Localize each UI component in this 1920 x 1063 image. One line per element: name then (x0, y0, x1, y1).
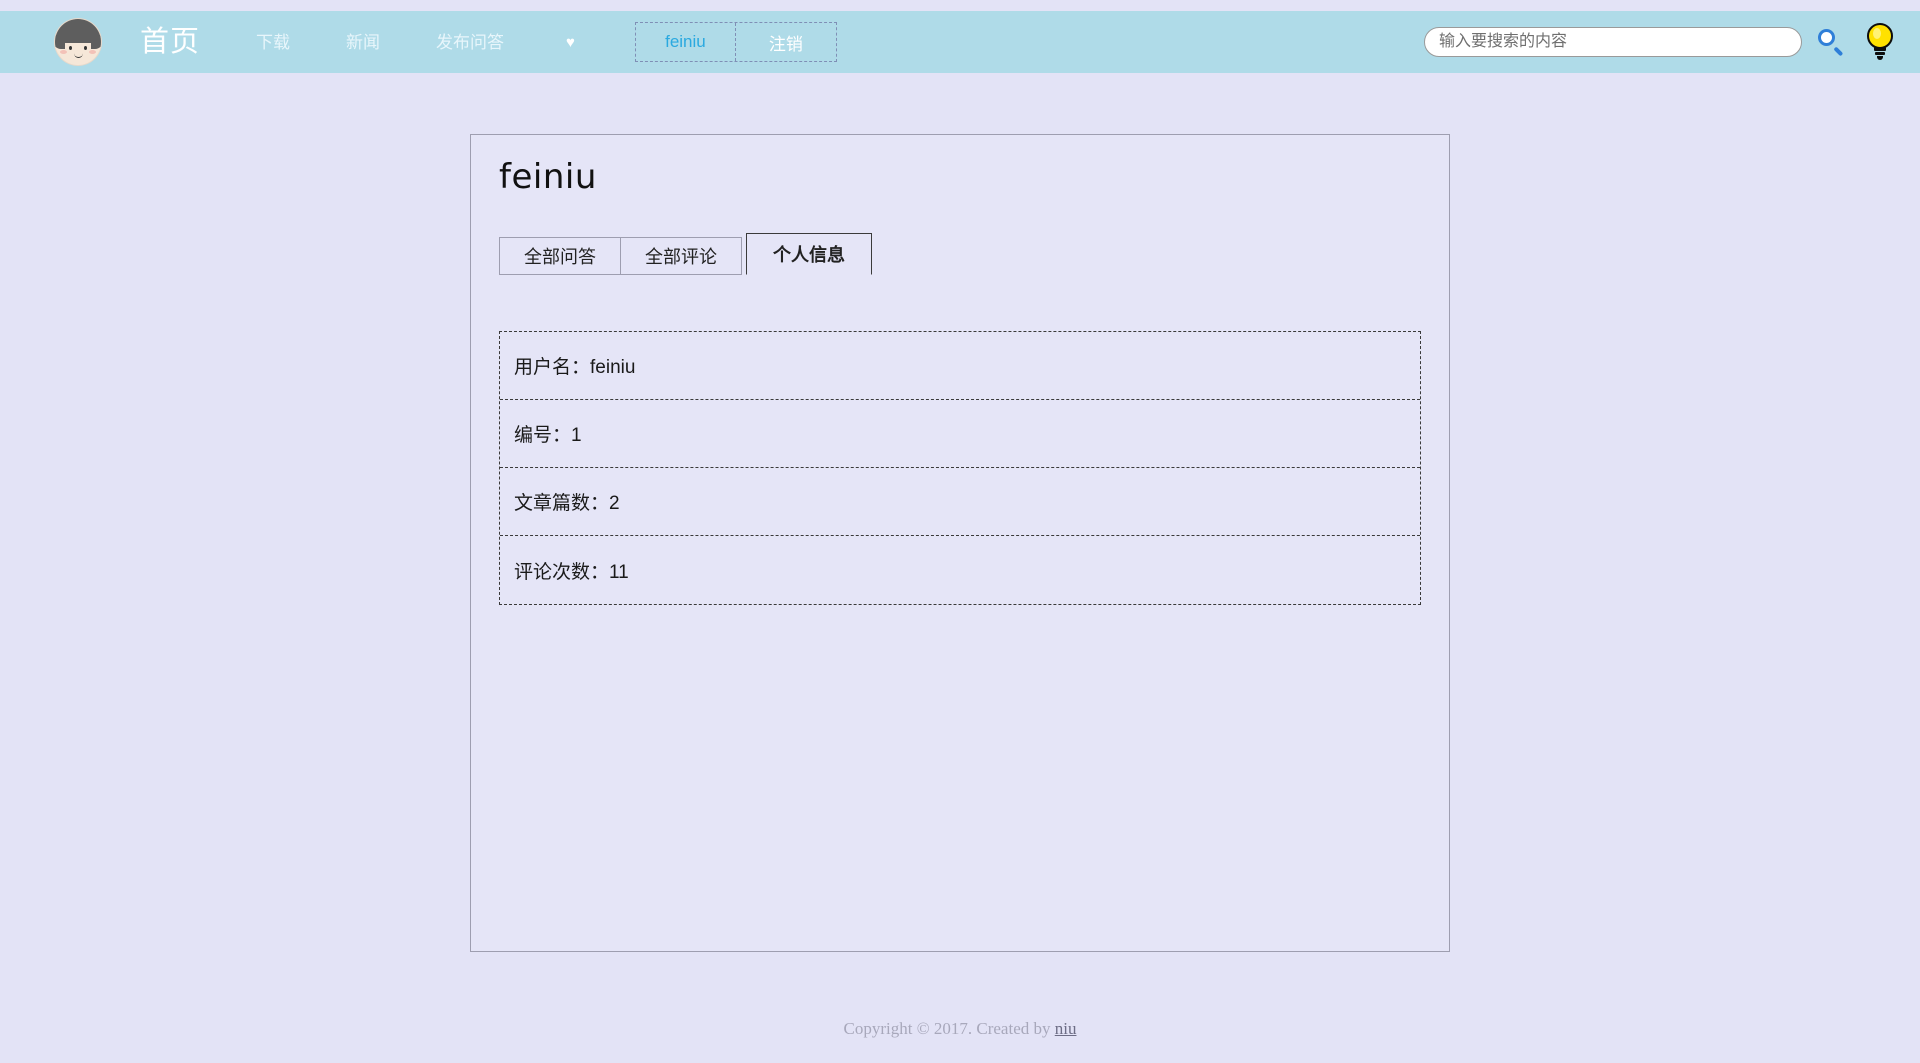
info-row-article-count: 文章篇数：2 (500, 468, 1420, 536)
info-row-username: 用户名：feiniu (500, 332, 1420, 400)
lightbulb-glass (1867, 23, 1893, 49)
avatar-hair (55, 19, 101, 49)
page-title: feiniu (499, 157, 597, 197)
avatar-cheek-right (89, 50, 96, 54)
user-button-group: feiniu 注销 (634, 22, 837, 62)
tab-all-questions[interactable]: 全部问答 (499, 237, 620, 275)
nav-item-news[interactable]: 新闻 (346, 34, 380, 51)
lightbulb-tip (1877, 56, 1883, 60)
info-row-id: 编号：1 (500, 400, 1420, 468)
lightbulb-base-2 (1875, 52, 1885, 55)
avatar-eye-left (69, 46, 72, 50)
search-icon[interactable] (1814, 25, 1848, 59)
search-area (1424, 22, 1898, 62)
top-navbar: 首页 下载 新闻 发布问答 ♥ feiniu 注销 (0, 11, 1920, 73)
lightbulb-base-1 (1874, 47, 1886, 51)
profile-card: feiniu 全部问答 全部评论 个人信息 用户名：feiniu 编号：1 文章… (470, 134, 1450, 952)
nav-item-post-qa[interactable]: 发布问答 (436, 34, 504, 51)
nav-item-download[interactable]: 下载 (256, 34, 290, 51)
footer-author-link[interactable]: niu (1055, 1019, 1077, 1038)
footer: Copyright © 2017. Created by niu (0, 1019, 1920, 1039)
info-row-comment-count: 评论次数：11 (514, 561, 629, 583)
search-icon-ring (1818, 29, 1835, 46)
search-input[interactable] (1424, 27, 1802, 57)
logout-button[interactable]: 注销 (736, 23, 836, 61)
search-icon-handle (1833, 46, 1844, 57)
profile-info-list: 用户名：feiniu 编号：1 文章篇数：2 评论次数：11 (499, 331, 1421, 605)
nav-item-home[interactable]: 首页 (140, 27, 200, 57)
avatar-mouth (74, 52, 83, 58)
heart-icon[interactable]: ♥ (566, 35, 575, 50)
lightbulb-icon[interactable] (1862, 22, 1898, 62)
avatar-cheek-left (60, 50, 67, 54)
tab-personal-info[interactable]: 个人信息 (746, 233, 872, 275)
tab-bar: 全部问答 全部评论 个人信息 (499, 233, 1449, 275)
tab-all-comments[interactable]: 全部评论 (620, 237, 742, 275)
avatar[interactable] (54, 18, 102, 66)
nav-username-button[interactable]: feiniu (636, 23, 736, 61)
avatar-eye-right (84, 46, 87, 50)
footer-copyright-text: Copyright © 2017. Created by (843, 1019, 1055, 1038)
